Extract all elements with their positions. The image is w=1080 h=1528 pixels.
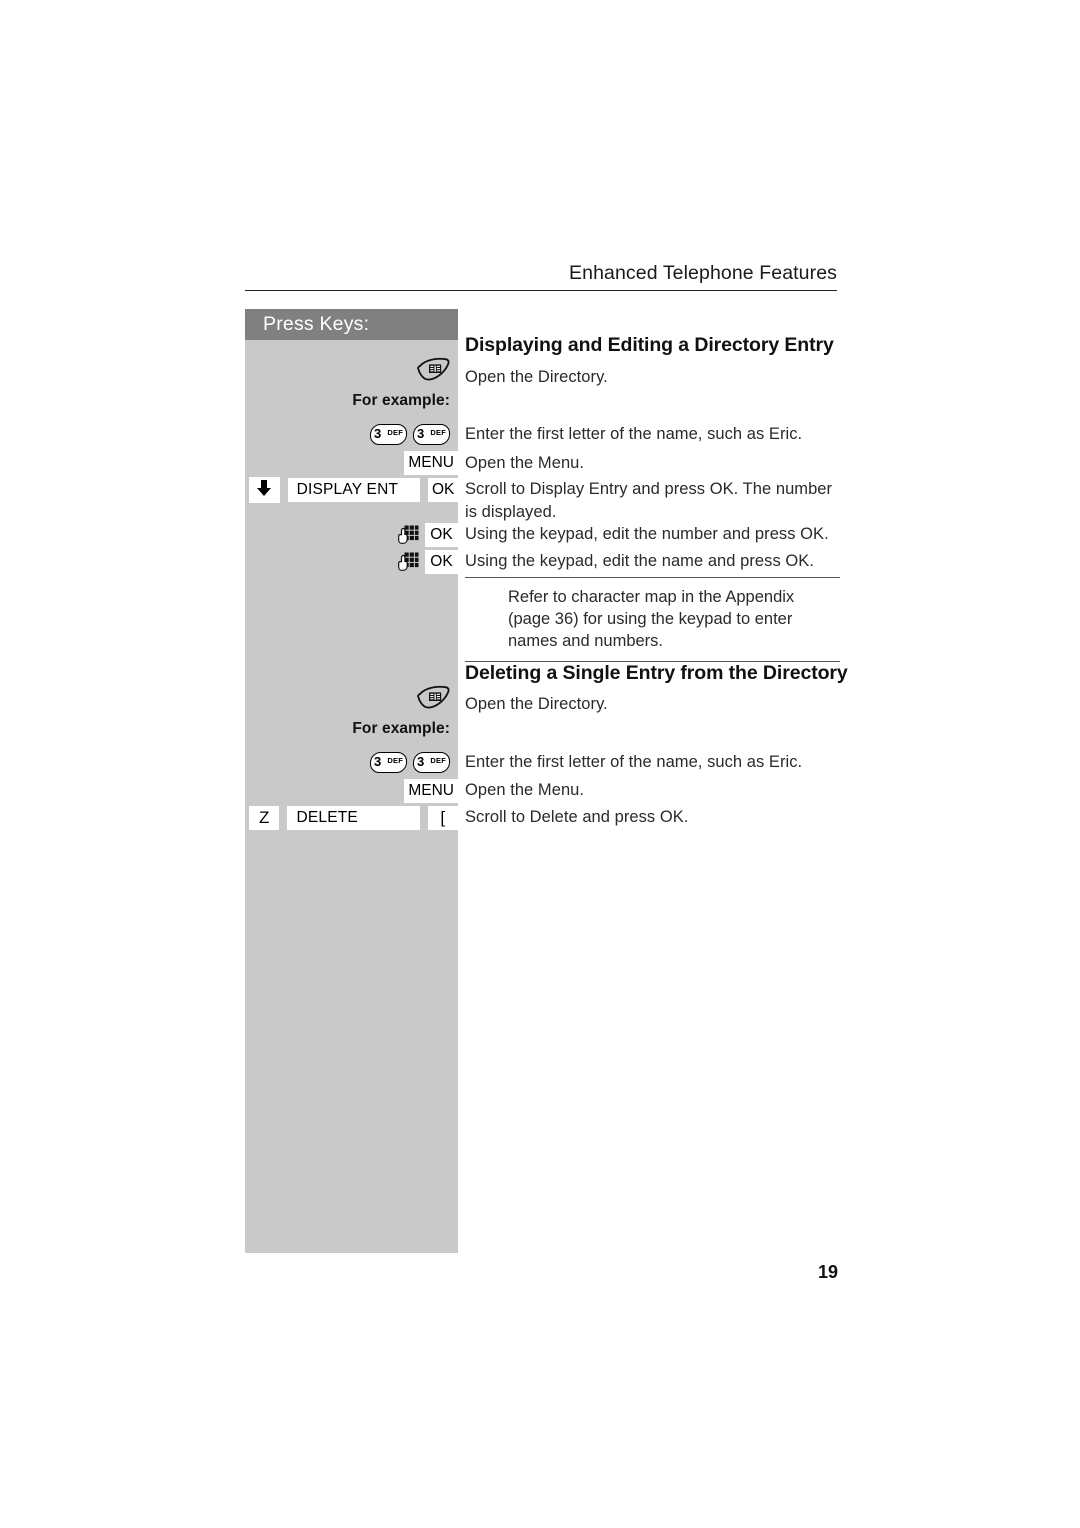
numeric-key-3-def-icon[interactable]: 3 DEF — [369, 751, 408, 773]
numeric-key-3-def-icon[interactable]: 3 DEF — [412, 751, 451, 773]
numkey-letters: DEF — [430, 427, 446, 436]
key-row-open-directory-2[interactable] — [416, 685, 450, 709]
numkey-letters: DEF — [387, 427, 403, 436]
key-row-enter-letter-1[interactable]: 3 DEF 3 DEF — [369, 422, 451, 446]
ok-softkey-button[interactable]: OK — [425, 549, 458, 575]
numkey-digit: 3 — [417, 753, 425, 769]
scroll-down-key-box[interactable] — [249, 477, 280, 503]
key-row-open-menu-2[interactable]: MENU — [404, 778, 458, 804]
key-row-edit-name[interactable]: OK — [398, 549, 458, 575]
step-text-scroll-display-entry: Scroll to Display Entry and press OK. Th… — [465, 480, 833, 521]
step-text-edit-name: Using the keypad, edit the name and pres… — [465, 552, 814, 570]
section-heading-1: Displaying and Editing a Directory Entry — [465, 334, 834, 356]
key-row-edit-number[interactable]: OK — [398, 522, 458, 548]
numeric-key-3-def-icon[interactable]: 3 DEF — [369, 423, 408, 445]
scroll-key-symbol[interactable]: Z — [249, 806, 280, 830]
directory-key-icon[interactable] — [416, 685, 450, 710]
step-text-open-menu-1: Open the Menu. — [465, 454, 585, 472]
section-heading-2: Deleting a Single Entry from the Directo… — [465, 662, 848, 684]
numkey-letters: DEF — [430, 755, 446, 764]
display-entry-field: DISPLAY ENT — [287, 477, 421, 503]
arrow-down-icon — [255, 479, 273, 497]
menu-softkey-button[interactable]: MENU — [404, 778, 458, 804]
step-text-open-directory-2: Open the Directory. — [465, 695, 608, 713]
page-number: 19 — [817, 1262, 838, 1282]
key-row-open-directory-1[interactable] — [416, 357, 450, 381]
step-text-edit-number: Using the keypad, edit the number and pr… — [465, 525, 829, 543]
numkey-letters: DEF — [387, 755, 403, 764]
key-row-enter-letter-2[interactable]: 3 DEF 3 DEF — [369, 750, 451, 774]
keypad-hand-icon[interactable] — [398, 525, 419, 546]
for-example-label-2: For example: — [352, 720, 450, 737]
step-text-enter-letter-2: Enter the first letter of the name, such… — [465, 753, 803, 771]
note-text: Refer to character map in the Appendix (… — [508, 588, 795, 650]
step-text-open-directory-1: Open the Directory. — [465, 368, 608, 386]
directory-key-icon[interactable] — [416, 357, 450, 382]
numkey-digit: 3 — [417, 425, 425, 441]
page-header-title: Enhanced Telephone Features — [569, 262, 837, 284]
step-text-open-menu-2: Open the Menu. — [465, 781, 585, 799]
menu-softkey-button[interactable]: MENU — [404, 450, 458, 476]
ok-key-symbol[interactable]: [ — [427, 806, 458, 830]
step-text-scroll-delete: Scroll to Delete and press OK. — [465, 808, 689, 826]
press-keys-sidebar: Press Keys: For example: 3 DEF 3 DEF MEN… — [245, 309, 458, 1253]
ok-softkey-button[interactable]: OK — [425, 522, 458, 548]
sidebar-title: Press Keys: — [245, 309, 458, 340]
page-header-rule — [245, 290, 837, 291]
key-row-display-entry[interactable]: DISPLAY ENT OK — [249, 477, 458, 503]
delete-entry-field: DELETE — [287, 805, 420, 831]
step-text-enter-letter-1: Enter the first letter of the name, such… — [465, 425, 803, 443]
numeric-key-3-def-icon[interactable]: 3 DEF — [412, 423, 451, 445]
for-example-label-1: For example: — [352, 392, 450, 409]
page-header: Enhanced Telephone Features — [245, 262, 837, 291]
numkey-digit: 3 — [374, 753, 382, 769]
key-row-delete[interactable]: Z DELETE [ — [249, 805, 458, 831]
note-box: Refer to character map in the Appendix (… — [465, 577, 840, 662]
keypad-hand-icon[interactable] — [398, 552, 419, 573]
numkey-digit: 3 — [374, 425, 382, 441]
ok-softkey-button[interactable]: OK — [428, 477, 458, 503]
key-row-open-menu-1[interactable]: MENU — [404, 450, 458, 476]
